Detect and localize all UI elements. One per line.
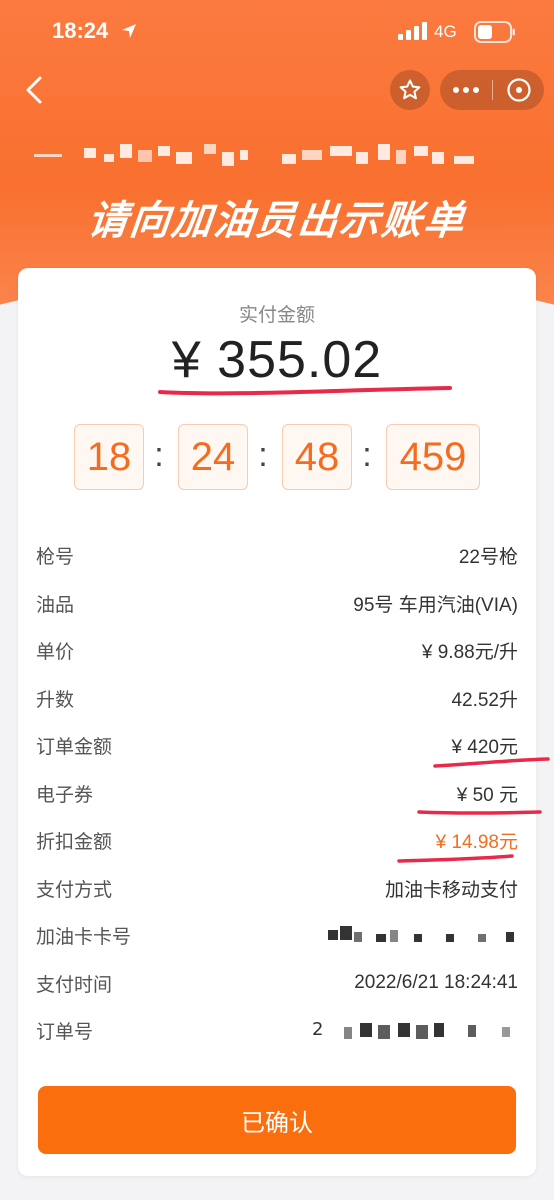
detail-row-order-amount: 订单金额 ¥ 420元 — [36, 722, 550, 770]
timer-separator: : — [154, 436, 164, 474]
detail-label: 支付方式 — [36, 878, 113, 901]
detail-row-card-number: 加油卡卡号 — [36, 912, 518, 960]
detail-label: 电子券 — [36, 783, 94, 806]
detail-row-unit-price: 单价 ¥ 9.88元/升 — [36, 627, 518, 675]
chevron-left-icon — [26, 76, 42, 104]
detail-label: 单价 — [36, 641, 75, 664]
detail-row-liters: 升数 42.52升 — [36, 675, 518, 723]
detail-label: 折扣金额 — [36, 831, 113, 854]
detail-value: ¥ 14.98元 — [435, 832, 518, 854]
detail-value: ¥ 420元 — [451, 737, 518, 759]
station-name-redacted — [34, 140, 484, 168]
detail-label: 升数 — [36, 688, 75, 711]
detail-label: 枪号 — [36, 546, 75, 569]
detail-value: ¥ 50 元 — [456, 784, 518, 806]
detail-value: 22号枪 — [458, 547, 518, 569]
detail-label: 订单金额 — [36, 736, 113, 759]
status-bar: 18:24 4G — [0, 0, 554, 64]
order-number-redacted: 2 — [312, 1018, 518, 1041]
detail-value: 95号 车用汽油(VIA) — [353, 594, 518, 616]
order-number-prefix: 2 — [312, 1018, 324, 1040]
detail-row-discount: 折扣金额 ¥ 14.98元 — [36, 817, 518, 865]
status-time: 18:24 — [52, 18, 109, 43]
detail-label: 油品 — [36, 593, 75, 616]
miniprogram-capsule — [440, 70, 544, 110]
timer-seconds: 48 — [282, 424, 352, 490]
detail-label: 支付时间 — [36, 973, 113, 996]
bill-card: 实付金额 ¥ 355.02 18 : 24 : 48 : 459 枪号 22号枪… — [18, 268, 550, 1176]
detail-value: 加油卡移动支付 — [384, 879, 518, 901]
cellular-signal-icon — [398, 22, 427, 40]
detail-row-coupon: 电子券 ¥ 50 元 — [36, 770, 542, 818]
close-miniprogram-button[interactable] — [493, 70, 544, 110]
timer-milliseconds: 459 — [386, 424, 480, 490]
back-button[interactable] — [18, 70, 54, 110]
headline: 请向加油员出示账单 — [85, 198, 468, 244]
card-number-redacted — [318, 925, 518, 946]
more-button[interactable] — [440, 70, 492, 110]
detail-label: 订单号 — [36, 1021, 94, 1044]
handwritten-underline-mark — [158, 386, 452, 396]
detail-value: 2022/6/21 18:24:41 — [354, 972, 518, 994]
star-icon — [399, 79, 421, 100]
detail-row-fuel: 油品 95号 车用汽油(VIA) — [36, 580, 518, 628]
detail-row-payment-method: 支付方式 加油卡移动支付 — [36, 865, 518, 913]
timer-minutes: 24 — [178, 424, 248, 490]
location-arrow-icon — [122, 24, 136, 38]
detail-label: 加油卡卡号 — [36, 926, 132, 949]
battery-icon — [474, 21, 515, 43]
timer-hours: 18 — [74, 424, 144, 490]
countdown-timer: 18 : 24 : 48 : 459 — [74, 424, 480, 494]
detail-row-order-number: 订单号 2 — [36, 1007, 518, 1055]
timer-separator: : — [362, 436, 372, 474]
detail-value: 42.52升 — [451, 689, 518, 711]
timer-separator: : — [258, 436, 268, 474]
detail-value: ¥ 9.88元/升 — [421, 642, 518, 664]
confirm-button[interactable]: 已确认 — [38, 1086, 516, 1154]
close-circle-icon — [506, 78, 531, 102]
more-dots-icon — [453, 87, 479, 93]
detail-row-pump: 枪号 22号枪 — [36, 532, 518, 580]
order-details-list: 枪号 22号枪 油品 95号 车用汽油(VIA) 单价 ¥ 9.88元/升 升数… — [36, 532, 550, 1055]
detail-row-payment-time: 支付时间 2022/6/21 18:24:41 — [36, 960, 518, 1008]
network-type-label: 4G — [434, 22, 457, 41]
favorite-button[interactable] — [390, 70, 430, 110]
paid-amount-label: 实付金额 — [238, 304, 315, 326]
